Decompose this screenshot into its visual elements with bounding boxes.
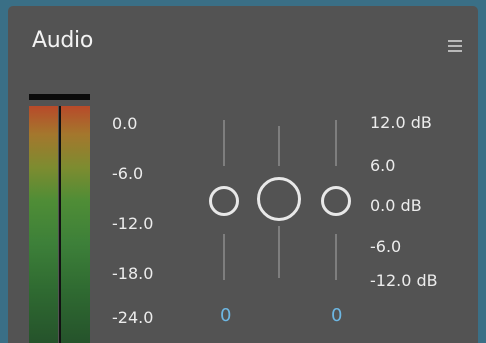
db-scale-label: -12.0 dB — [370, 271, 438, 290]
meter-scale-label: 0.0 — [112, 114, 138, 133]
db-scale-label: 6.0 — [370, 156, 396, 175]
left-slider-track[interactable] — [223, 234, 225, 280]
meter-channel-left — [29, 106, 58, 343]
right-slider-track[interactable] — [335, 234, 337, 280]
volume-knob-icon[interactable] — [257, 177, 301, 221]
center-slider-track[interactable] — [278, 126, 280, 166]
left-slider-value[interactable]: 0 — [220, 305, 231, 326]
meter-scale-label: -12.0 — [112, 214, 154, 233]
db-scale-label: -6.0 — [370, 237, 402, 256]
right-slider-value[interactable]: 0 — [331, 305, 342, 326]
hamburger-menu-icon[interactable] — [448, 40, 462, 54]
meter-channel-right — [61, 106, 90, 343]
left-slider-track[interactable] — [223, 120, 225, 166]
meter-peak-indicator — [29, 94, 90, 100]
meter-divider — [59, 106, 61, 343]
db-scale-label: 12.0 dB — [370, 113, 432, 132]
audio-panel: Audio 0.0 -6.0 -12.0 -18.0 -24.0 0 0 12.… — [8, 6, 478, 343]
meter-scale-label: -18.0 — [112, 264, 154, 283]
pan-knob-icon[interactable] — [209, 186, 239, 216]
panel-title: Audio — [32, 28, 94, 53]
meter-scale-label: -6.0 — [112, 164, 144, 183]
balance-knob-icon[interactable] — [321, 186, 351, 216]
center-slider-track[interactable] — [278, 226, 280, 278]
meter-scale-label: -24.0 — [112, 308, 154, 327]
db-scale-label: 0.0 dB — [370, 196, 422, 215]
right-slider-track[interactable] — [335, 120, 337, 166]
